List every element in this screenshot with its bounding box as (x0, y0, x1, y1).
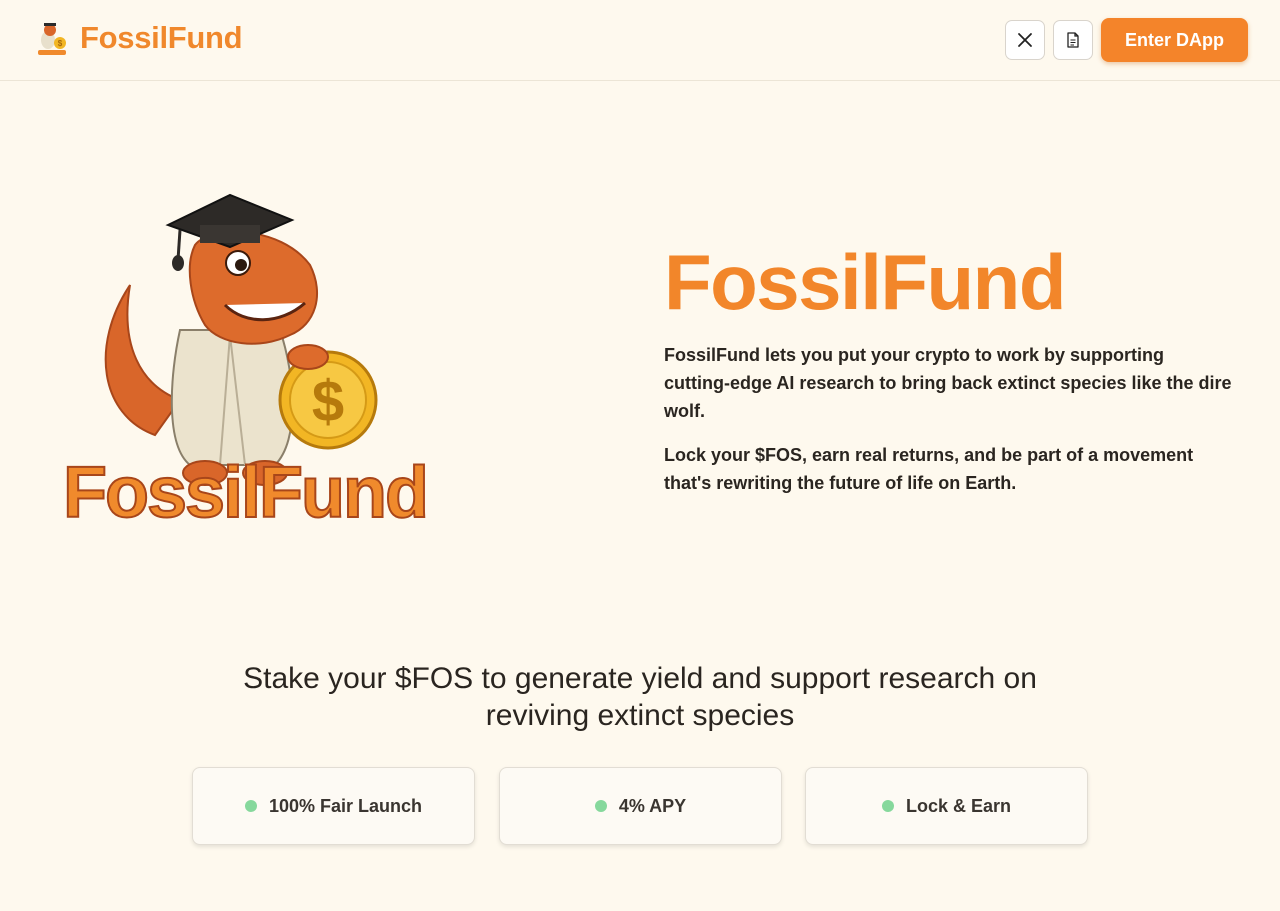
hero-description-2: Lock your $FOS, earn real returns, and b… (664, 445, 1194, 493)
x-twitter-icon (1018, 33, 1032, 47)
brand[interactable]: $ FossilFund (34, 20, 243, 56)
feature-card-apy: 4% APY (499, 767, 782, 845)
svg-text:$: $ (58, 39, 63, 48)
status-dot-icon (244, 800, 257, 812)
enter-dapp-button[interactable]: Enter DApp (1101, 18, 1248, 62)
feature-label: 100% Fair Launch (268, 795, 423, 816)
art-wordmark: FossilFund (63, 453, 427, 530)
status-dot-icon (881, 800, 894, 812)
docs-button[interactable] (1053, 20, 1093, 60)
feature-label: Lock & Earn (905, 795, 1012, 816)
brand-name: FossilFund (80, 20, 243, 55)
feature-card-lock-earn: Lock & Earn (805, 767, 1088, 845)
dino-mascot-illustration: $ FossilFund (62, 193, 430, 530)
feature-card-fair-launch: 100% Fair Launch (192, 767, 475, 845)
hero-title: FossilFund (664, 238, 1066, 326)
stake-heading: Stake your $FOS to generate yield and su… (243, 662, 1037, 732)
dino-logo-icon: $ (38, 23, 66, 55)
coin-dollar-symbol: $ (312, 369, 344, 434)
site-header: $ FossilFund Enter DApp (0, 0, 1280, 81)
feature-label: 4% APY (618, 795, 687, 816)
hero-description-1: FossilFund lets you put your crypto to w… (664, 345, 1232, 421)
document-icon (1067, 32, 1079, 48)
twitter-button[interactable] (1005, 20, 1045, 60)
status-dot-icon (594, 800, 607, 812)
